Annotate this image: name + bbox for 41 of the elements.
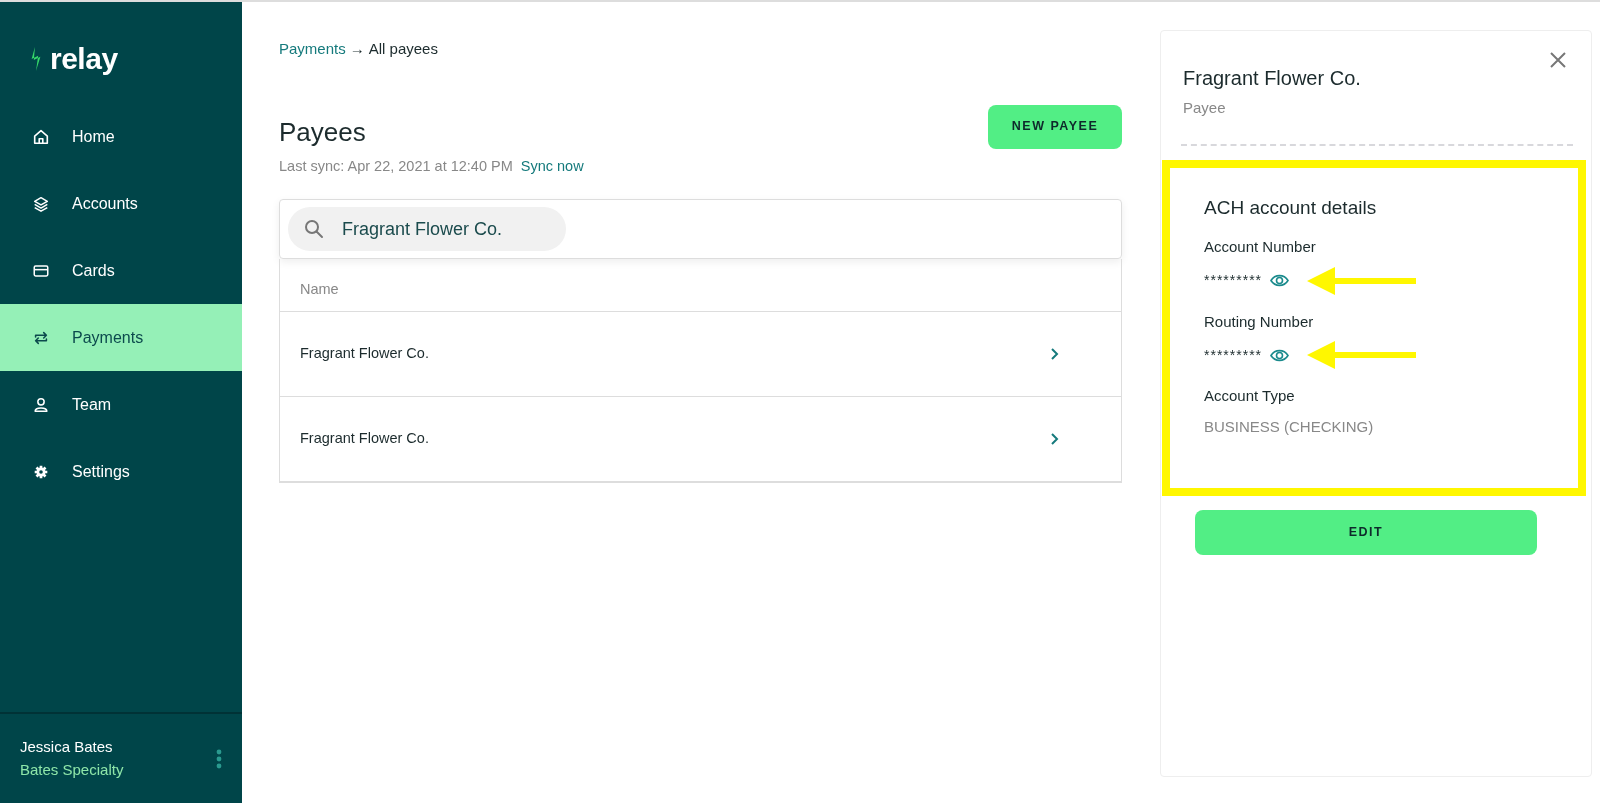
nav-item[interactable]: Cards [0, 237, 242, 304]
company-name: Bates Specialty [20, 759, 124, 780]
more-options-icon[interactable] [216, 748, 222, 769]
edit-button[interactable]: EDIT [1195, 510, 1537, 555]
payee-row[interactable]: Fragrant Flower Co. [280, 397, 1121, 482]
home-icon [32, 127, 50, 146]
chevron-right-icon [1050, 347, 1059, 361]
field-label: Routing Number [1204, 311, 1315, 332]
payee-name: Fragrant Flower Co. [300, 344, 429, 364]
chevron-right-icon [1050, 432, 1059, 446]
field-value: BUSINESS (CHECKING) [1204, 416, 1374, 437]
eye-icon[interactable] [1270, 274, 1290, 287]
payee-name: Fragrant Flower Co. [300, 429, 429, 449]
section-title: ACH account details [1204, 195, 1378, 220]
user-name: Jessica Bates [20, 737, 114, 757]
eye-icon[interactable] [1270, 348, 1290, 362]
payee-row[interactable]: Fragrant Flower Co. [280, 312, 1121, 397]
masked-value: ********* [1204, 345, 1263, 365]
nav-item[interactable]: Payments [0, 304, 242, 371]
column-header: Name [300, 281, 339, 298]
page-title: Payees [279, 115, 367, 149]
nav-item[interactable]: Settings [0, 438, 242, 505]
breadcrumb-link[interactable]: Payments [279, 38, 346, 61]
masked-value: ********* [1204, 271, 1263, 290]
last-sync-text: Last sync: Apr 22, 2021 at 12:40 PM [279, 156, 513, 176]
nav-item[interactable]: Team [0, 371, 242, 438]
field-label: Account Number [1204, 237, 1317, 257]
bolt-logo-icon [30, 46, 42, 71]
sync-now-link[interactable]: Sync now [520, 155, 584, 178]
person-icon [32, 395, 50, 414]
layers-icon [32, 194, 50, 213]
payee-title: Fragrant Flower Co. [1183, 66, 1362, 91]
breadcrumb-separator: → [349, 39, 365, 59]
logo-text: relay [50, 41, 118, 77]
payee-subtitle: Payee [1183, 98, 1227, 118]
nav-item[interactable]: Accounts [0, 170, 242, 237]
search-field[interactable]: Fragrant Flower Co. [288, 207, 566, 252]
nav-item[interactable]: Home [0, 103, 242, 170]
new-payee-button[interactable]: NEW PAYEE [988, 104, 1122, 149]
field-label: Account Type [1204, 386, 1296, 406]
breadcrumb-current: All payees [368, 39, 438, 59]
